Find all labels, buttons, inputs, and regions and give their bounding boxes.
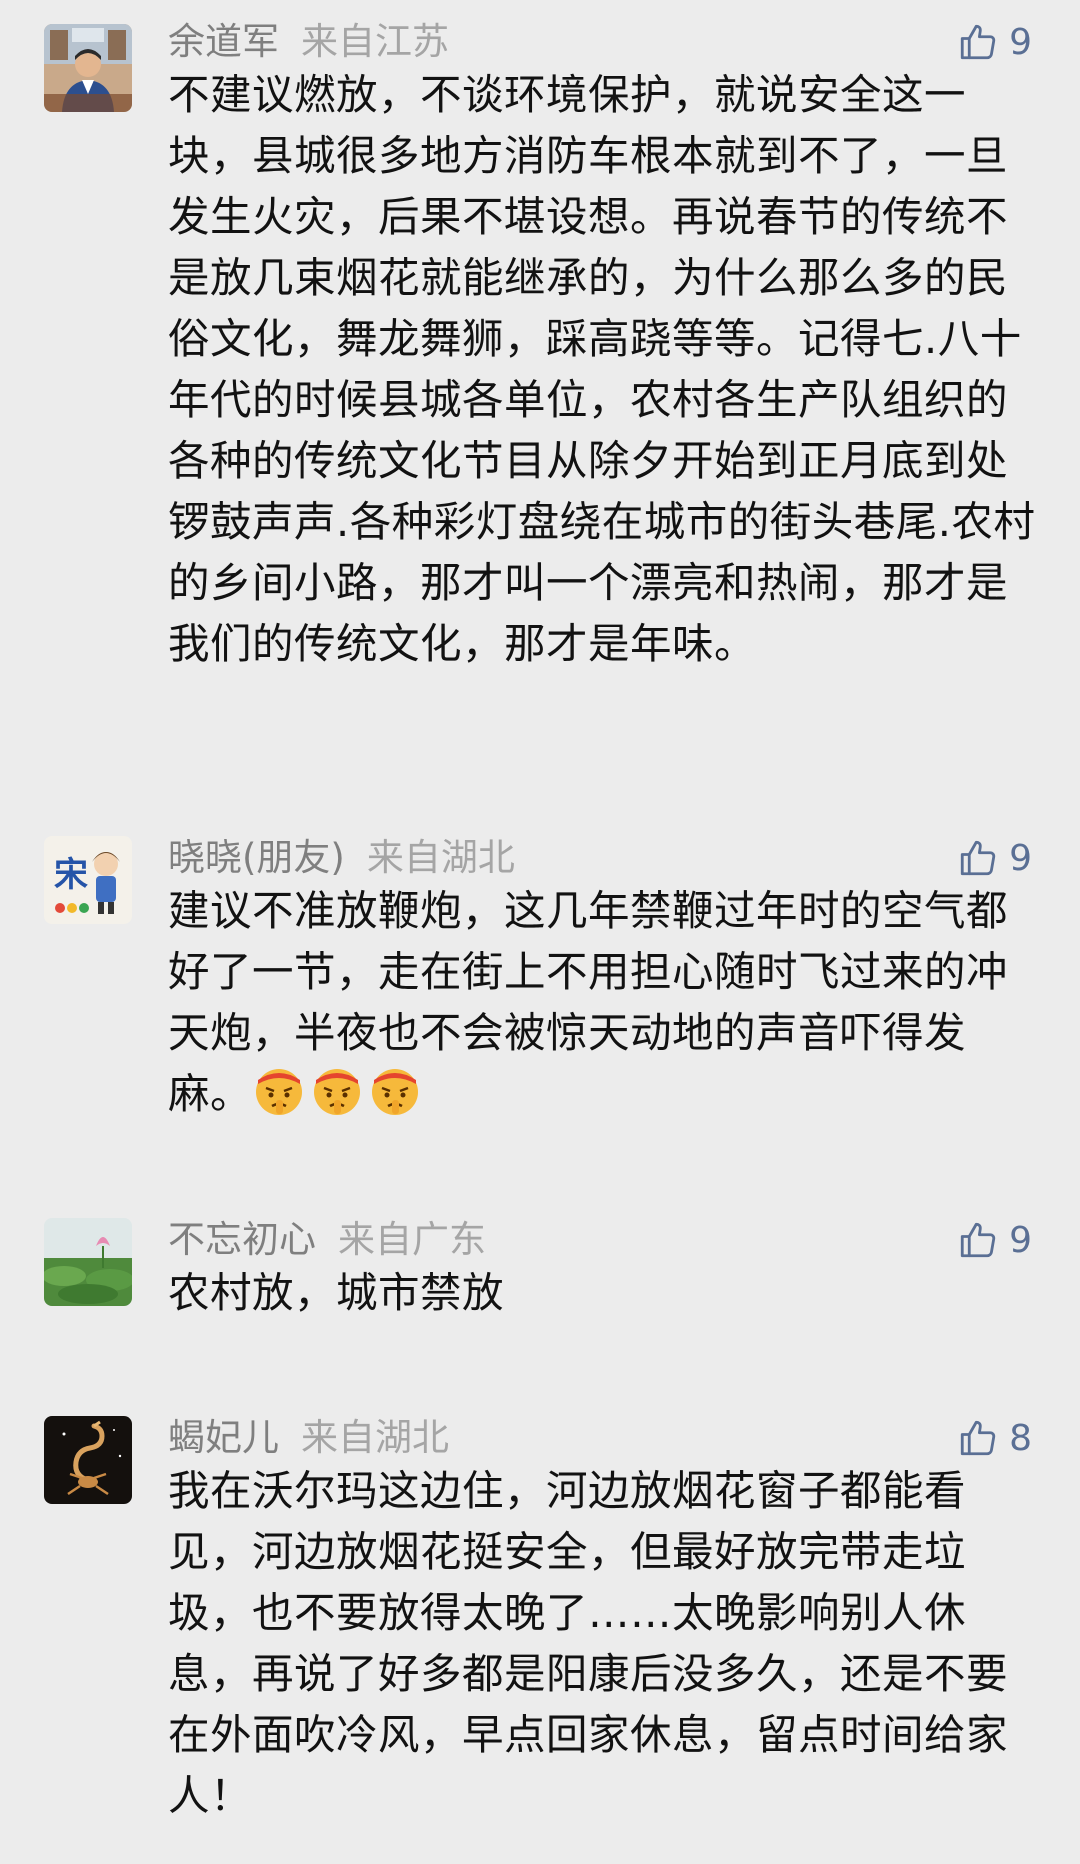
- commenter-location: 来自湖北: [301, 1416, 449, 1459]
- avatar-cartoon-image: 宋: [44, 836, 132, 924]
- like-button[interactable]: 9: [957, 18, 1032, 66]
- comment-text: 不建议燃放，不谈环境保护，就说安全这一块，县城很多地方消防车根本就到不了，一旦发…: [168, 70, 1036, 668]
- like-button[interactable]: 9: [957, 1216, 1032, 1264]
- commenter-name[interactable]: 蝎妃儿: [168, 1416, 279, 1459]
- comment-text: 农村放，城市禁放: [168, 1268, 505, 1317]
- comment-item: 余道军 来自江苏 9 不建议燃放，不谈环境保护，就说安全这一块，县城很多地方消防车…: [0, 18, 1080, 668]
- comment-item: 不忘初心 来自广东 9 农村放，城市禁放: [0, 1216, 1080, 1336]
- thumbs-up-icon: [957, 21, 999, 63]
- shushing-face-icon: [310, 1064, 364, 1118]
- avatar-scorpion-image: [44, 1416, 132, 1504]
- like-count: 9: [1009, 21, 1032, 63]
- thumbs-up-icon: [957, 1219, 999, 1261]
- commenter-location: 来自江苏: [301, 20, 449, 63]
- comment-item: 蝎妃儿 来自湖北 8 我在沃尔玛这边住，河边放烟花窗子都能看见，河边放烟花挺安全，…: [0, 1414, 1080, 1854]
- like-button[interactable]: 8: [957, 1414, 1032, 1462]
- comment-item: 宋 晓晓(朋友) 来自湖北 9 建议不准放鞭炮，这几年禁鞭过年时的空气都好了一节，…: [0, 834, 1080, 1134]
- avatar[interactable]: 宋: [44, 836, 132, 924]
- like-count: 9: [1009, 837, 1032, 879]
- commenter-name[interactable]: 余道军: [168, 20, 279, 63]
- avatar[interactable]: [44, 1218, 132, 1306]
- avatar[interactable]: [44, 1416, 132, 1504]
- avatar[interactable]: [44, 24, 132, 112]
- commenter-location: 来自湖北: [366, 836, 515, 879]
- comment-meta: 晓晓(朋友) 来自湖北: [168, 834, 515, 882]
- comment-meta: 蝎妃儿 来自湖北: [168, 1414, 449, 1462]
- commenter-name[interactable]: 晓晓(朋友): [168, 836, 345, 879]
- like-count: 8: [1009, 1417, 1032, 1459]
- avatar-office-man-image: [44, 24, 132, 112]
- comment-text: 我在沃尔玛这边住，河边放烟花窗子都能看见，河边放烟花挺安全，但最好放完带走垃圾，…: [168, 1466, 1009, 1820]
- avatar-lotus-image: [44, 1218, 132, 1306]
- commenter-location: 来自广东: [338, 1218, 486, 1261]
- shushing-face-icon: [368, 1064, 422, 1118]
- comment-text: 建议不准放鞭炮，这几年禁鞭过年时的空气都好了一节，走在街上不用担心随时飞过来的冲…: [168, 880, 1038, 1124]
- commenter-name[interactable]: 不忘初心: [168, 1218, 316, 1261]
- comment-meta: 余道军 来自江苏: [168, 18, 449, 66]
- like-count: 9: [1009, 1219, 1032, 1261]
- thumbs-up-icon: [957, 837, 999, 879]
- like-button[interactable]: 9: [957, 834, 1032, 882]
- comment-meta: 不忘初心 来自广东: [168, 1216, 486, 1264]
- svg-text:宋: 宋: [54, 855, 88, 895]
- shushing-face-icon: [252, 1064, 306, 1118]
- thumbs-up-icon: [957, 1417, 999, 1459]
